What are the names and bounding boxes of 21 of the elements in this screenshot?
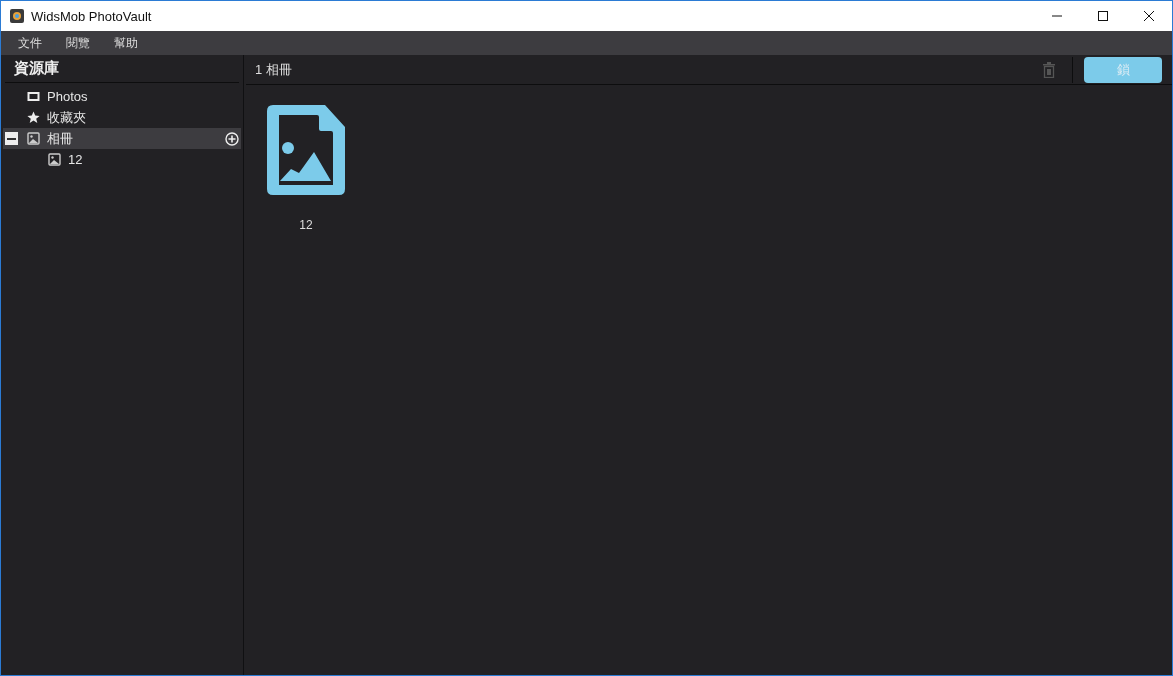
tree-item[interactable]: Photos xyxy=(3,86,241,107)
tree-item[interactable]: 收藏夾 xyxy=(3,107,241,128)
image-icon xyxy=(27,132,40,145)
plus-icon[interactable] xyxy=(225,131,239,146)
sidebar-title: 資源庫 xyxy=(5,59,239,83)
image-file-icon[interactable] xyxy=(267,105,345,195)
menu-item[interactable]: 幫助 xyxy=(105,34,147,52)
album-count: 1 相冊 xyxy=(254,60,293,79)
album-name: 12 xyxy=(299,218,313,232)
app-icon xyxy=(10,9,24,23)
close-icon xyxy=(1143,10,1155,22)
menu-item[interactable]: 閱覽 xyxy=(57,34,99,52)
window-title: WidsMob PhotoVault xyxy=(31,8,153,24)
maximize-icon xyxy=(1097,10,1109,22)
rectangle-icon xyxy=(27,90,40,103)
tree-item[interactable]: 相冊 xyxy=(3,128,241,149)
star-icon xyxy=(27,111,40,124)
menu-item[interactable]: 文件 xyxy=(9,34,51,52)
collapse-icon[interactable] xyxy=(5,132,18,145)
tree-item[interactable]: 12 xyxy=(3,149,241,170)
image-icon xyxy=(48,153,61,166)
